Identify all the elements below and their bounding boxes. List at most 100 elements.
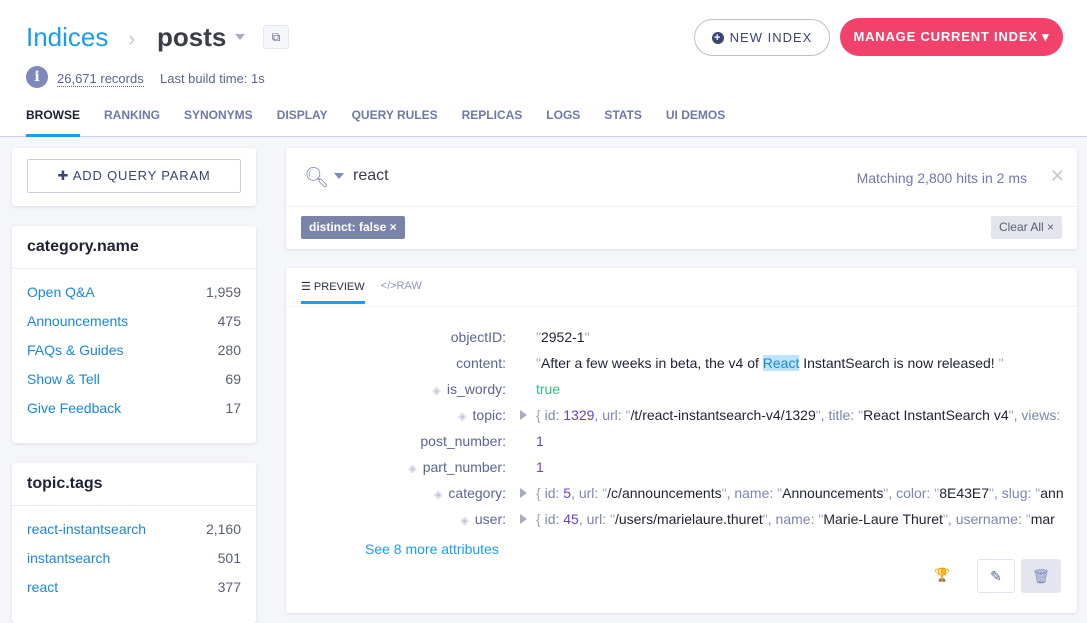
attribute-value: { id: 1329, url: "/t/react-instantsearch… <box>536 407 1060 423</box>
value-part: , slug: <box>994 485 1036 501</box>
attribute-label: ◈ user: <box>460 511 506 527</box>
search-input[interactable] <box>353 167 753 185</box>
clear-all-button[interactable]: Clear All × <box>990 216 1062 239</box>
expand-triangle-icon[interactable] <box>520 410 527 420</box>
delete-record-button[interactable]: 🗑 <box>1021 559 1061 593</box>
tab-query-rules[interactable]: QUERY RULES <box>352 108 438 136</box>
value-part: 1 <box>536 459 544 475</box>
facet-item[interactable]: instantsearch 501 <box>12 543 256 572</box>
attribute-name: content: <box>456 355 506 371</box>
facet-item[interactable]: Open Q&A 1,959 <box>12 277 256 306</box>
facet-item[interactable]: FAQs & Guides 280 <box>12 335 256 364</box>
facet-item-count: 501 <box>217 549 241 566</box>
value-part: 1329 <box>563 407 595 423</box>
facet-item-label: Give Feedback <box>27 399 122 416</box>
value-part: , username: <box>947 511 1026 527</box>
facet-item[interactable]: Announcements 475 <box>12 306 256 335</box>
value-part: id: <box>544 485 564 501</box>
manage-index-button[interactable]: MANAGE CURRENT INDEX ▾ <box>840 18 1063 56</box>
tab-display[interactable]: DISPLAY <box>277 108 328 136</box>
index-name[interactable]: posts <box>157 22 226 53</box>
search-panel: 🔍︎ Matching 2,800 hits in 2 ms ✕ distinc… <box>286 148 1077 249</box>
tab-replicas[interactable]: REPLICAS <box>462 108 523 136</box>
tab-logs[interactable]: LOGS <box>546 108 580 136</box>
facet-title: category.name <box>12 226 256 269</box>
index-tabs: BROWSE RANKING SYNONYMS DISPLAY QUERY RULES R… <box>26 108 725 137</box>
attribute-label: content: <box>456 355 506 371</box>
tab-ranking[interactable]: RANKING <box>104 108 160 136</box>
value-part: mar <box>1030 511 1055 527</box>
eye-slash-icon[interactable]: ◈ <box>460 515 468 527</box>
facet-item-count: 475 <box>217 312 241 329</box>
facet-item-label: react-instantsearch <box>27 520 147 537</box>
expand-triangle-icon[interactable] <box>520 488 527 498</box>
value-part: , color: <box>888 485 935 501</box>
value-part: { <box>536 511 545 527</box>
new-index-label: NEW INDEX <box>729 30 813 45</box>
facet-item[interactable]: react-instantsearch 2,160 <box>12 514 256 543</box>
attribute-value: "2952-1" <box>536 329 590 345</box>
value-part: , name: <box>726 485 778 501</box>
attribute-row: ◈ is_wordy: true <box>286 381 1077 401</box>
tab-raw[interactable]: </>RAW <box>381 280 422 303</box>
value-part: , name: <box>767 511 819 527</box>
eye-slash-icon[interactable]: ◈ <box>434 489 442 501</box>
search-options-caret-icon[interactable] <box>334 173 344 179</box>
eye-slash-icon[interactable]: ◈ <box>458 411 466 423</box>
value-part: " <box>998 355 1004 371</box>
attribute-name: user: <box>474 511 506 527</box>
value-part: true <box>536 381 561 397</box>
attribute-name: objectID: <box>450 329 506 345</box>
attribute-value: 1 <box>536 433 544 449</box>
edit-record-button[interactable]: ✎ <box>977 559 1015 593</box>
result-view-tabs: ☰ PREVIEW </>RAW <box>301 280 422 304</box>
tab-browse[interactable]: BROWSE <box>26 108 80 137</box>
new-index-button[interactable]: + NEW INDEX <box>694 19 830 56</box>
facet-item[interactable]: react 377 <box>12 572 256 601</box>
attribute-row: ◈ user: { id: 45, url: "/users/marielaure.… <box>286 511 1077 531</box>
tab-synonyms[interactable]: SYNONYMS <box>184 108 253 136</box>
divider <box>286 206 1077 207</box>
value-part: /t/react-instantsearch-v4/1329 <box>630 407 816 423</box>
facet-item-label: Open Q&A <box>27 283 95 300</box>
attribute-value: true <box>536 381 560 397</box>
trophy-icon[interactable]: 🏆 <box>934 567 950 583</box>
value-part: { <box>536 407 545 423</box>
expand-triangle-icon[interactable] <box>520 514 527 524</box>
clear-search-icon[interactable]: ✕ <box>1050 166 1065 187</box>
attribute-label: ◈ category: <box>434 485 506 501</box>
value-part: ann <box>1040 485 1064 501</box>
records-count[interactable]: 26,671 records <box>57 71 144 87</box>
add-query-param-button[interactable]: ✚ ADD QUERY PARAM <box>27 159 241 193</box>
divider <box>286 306 1077 307</box>
index-header: Indices › posts ⧉ i 26,671 records Last … <box>0 0 1087 137</box>
value-part: React <box>762 355 800 371</box>
tab-ui-demos[interactable]: UI DEMOS <box>666 108 725 136</box>
facet-item[interactable]: Give Feedback 17 <box>12 393 256 422</box>
attribute-label: ◈ part_number: <box>408 459 506 475</box>
see-more-attributes-link[interactable]: See 8 more attributes <box>365 541 499 557</box>
value-part: , title: <box>820 407 859 423</box>
attribute-row: ◈ topic: { id: 1329, url: "/t/react-instan… <box>286 407 1077 427</box>
plus-circle-icon: + <box>711 31 724 44</box>
value-part: { <box>536 485 545 501</box>
attribute-value: { id: 5, url: "/c/announcements", name: … <box>536 485 1064 501</box>
filter-chip-distinct[interactable]: distinct: false × <box>301 216 405 239</box>
attribute-row: ◈ category: { id: 5, url: "/c/announcement… <box>286 485 1077 505</box>
value-part: 5 <box>563 485 572 501</box>
info-icon: i <box>26 66 48 88</box>
copy-index-button[interactable]: ⧉ <box>263 25 289 49</box>
value-part: , url: <box>594 407 626 423</box>
eye-slash-icon[interactable]: ◈ <box>408 463 416 475</box>
attribute-name: part_number: <box>422 459 506 475</box>
value-part: , views: <box>1013 407 1061 423</box>
attribute-name: post_number: <box>420 433 506 449</box>
facet-item[interactable]: Show & Tell 69 <box>12 364 256 393</box>
breadcrumb-indices[interactable]: Indices <box>26 22 108 53</box>
facet-category-name: category.name Open Q&A 1,959 Announcements 4… <box>12 226 256 443</box>
facet-item-label: react <box>27 578 59 595</box>
tab-preview[interactable]: ☰ PREVIEW <box>301 280 365 304</box>
index-dropdown-caret-icon[interactable] <box>235 34 245 40</box>
tab-stats[interactable]: STATS <box>604 108 642 136</box>
eye-slash-icon[interactable]: ◈ <box>432 385 440 397</box>
